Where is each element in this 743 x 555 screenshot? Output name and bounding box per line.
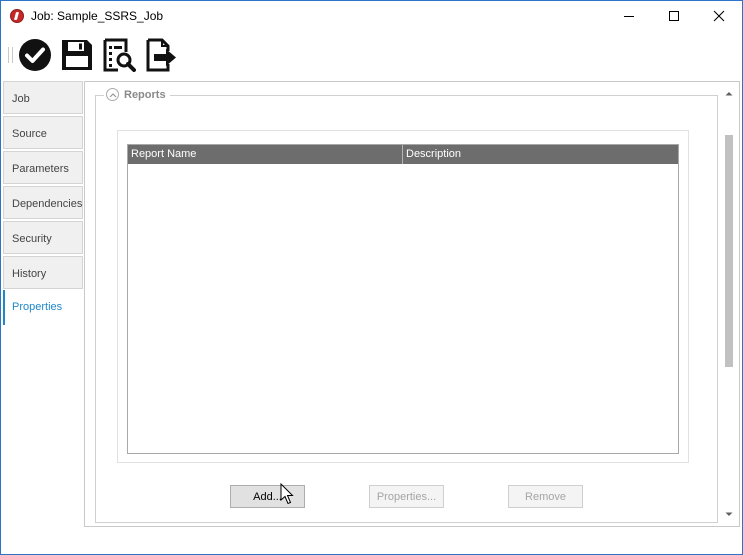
app-logo-icon [10,9,24,23]
toolbar-grip[interactable] [8,47,13,63]
title-bar[interactable]: Job: Sample_SSRS_Job [1,1,742,32]
tab-job[interactable]: Job [3,81,83,114]
maximize-button[interactable] [651,1,697,31]
save-button[interactable] [59,37,95,73]
checkmark-circle-icon [19,39,51,71]
close-button[interactable] [696,1,742,31]
tab-dependencies[interactable]: Dependencies [3,186,83,219]
tab-label: Dependencies [12,198,83,210]
minimize-icon [624,16,634,17]
document-export-icon [146,38,176,72]
reports-grid-container: Report Name Description [117,130,689,463]
tab-history[interactable]: History [3,256,83,289]
scroll-up-arrow[interactable] [720,85,738,102]
tab-label: Properties [12,301,63,313]
tab-label: Security [12,233,52,245]
column-header-description[interactable]: Description [403,145,678,164]
tab-label: Source [12,128,47,140]
tab-source[interactable]: Source [3,116,83,149]
scroll-down-arrow[interactable] [720,506,738,523]
minimize-button[interactable] [606,1,652,31]
window-title: Job: Sample_SSRS_Job [31,9,164,23]
floppy-disk-icon [62,40,92,70]
remove-report-button[interactable]: Remove [508,485,583,508]
export-button[interactable] [143,37,179,73]
toolbar [1,33,742,77]
document-search-icon [103,38,136,72]
chevron-down-icon [725,512,733,516]
tab-label: Parameters [12,163,69,175]
save-and-close-button[interactable] [17,37,53,73]
preview-button[interactable] [101,37,137,73]
column-header-report-name[interactable]: Report Name [128,145,403,164]
maximize-icon [669,11,679,21]
reports-section-title: Reports [124,88,166,101]
tab-label: History [12,268,47,280]
vertical-scrollbar[interactable] [720,85,738,523]
tab-parameters[interactable]: Parameters [3,151,83,184]
report-properties-button[interactable]: Properties... [369,485,444,508]
close-icon [713,10,725,22]
chevron-up-icon[interactable] [106,88,119,101]
job-window: Job: Sample_SSRS_Job Job Source Paramete… [0,0,743,555]
mouse-cursor-icon [280,483,294,505]
grid-header: Report Name Description [128,145,678,164]
scroll-thumb[interactable] [725,135,733,367]
reports-grid[interactable]: Report Name Description [127,144,679,454]
reports-group-header[interactable]: Reports [104,88,170,101]
chevron-up-icon [725,92,733,96]
tab-properties[interactable]: Properties [3,290,85,325]
properties-panel: Reports Report Name Description Add... P… [84,81,740,527]
tab-label: Job [12,93,30,105]
tab-security[interactable]: Security [3,221,83,254]
reports-group: Reports Report Name Description Add... P… [95,88,718,523]
